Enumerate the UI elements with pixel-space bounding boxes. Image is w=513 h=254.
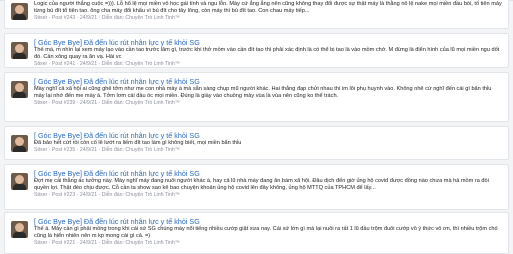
post-meta[interactable]: Stixer · Post #221 · 24/9/21 · Diễn đàn:…	[34, 240, 502, 247]
avatar[interactable]	[11, 221, 28, 238]
post-excerpt: Đợt mẹ cái thằng ác tưởng này. Mày nghĩ …	[34, 178, 489, 191]
post-meta[interactable]: Stixer · Post #223 · 24/9/21 · Diễn đàn:…	[34, 192, 502, 199]
post-item: [ Góc Bye Bye] Đã đến lúc rút nhân lực y…	[4, 33, 509, 68]
post-excerpt: Đã bảo hết cứt rồi còn cố lê lướt ra liế…	[34, 140, 242, 146]
post-excerpt: Thế mà, m nhìn lại xem máy lạo vào cần t…	[34, 47, 500, 60]
post-item: [ Góc Bye Bye] Đã đến lúc rút nhân lực y…	[4, 164, 509, 210]
post-item: [ Góc Bye Bye] Đã đến lúc rút nhân lực y…	[4, 212, 509, 254]
post-title-link[interactable]: [ Góc Bye Bye] Đã đến lúc rút nhân lực y…	[34, 38, 502, 47]
post-excerpt: Mày nghĩ cả xã hội ai cũng ghê tởm như m…	[34, 86, 492, 99]
post-item: [ Góc Bye Bye] Đã đến lúc rút nhân lực y…	[4, 72, 509, 122]
avatar[interactable]	[11, 81, 28, 98]
post-item: Logic của người thắng cuộc =))). Lỗ hổ l…	[4, 0, 509, 29]
post-meta[interactable]: Stixer · Post #235 · 24/9/21 · Diễn đàn:…	[34, 147, 502, 154]
post-title-link[interactable]: [ Góc Bye Bye] Đã đến lúc rút nhân lực y…	[34, 77, 502, 86]
avatar[interactable]	[11, 135, 28, 152]
search-results-page: Logic của người thắng cuộc =))). Lỗ hổ l…	[0, 0, 513, 254]
post-item: [ Góc Bye Bye] Đã đến lúc rút nhân lực y…	[4, 126, 509, 160]
avatar[interactable]	[11, 42, 28, 59]
post-title-link[interactable]: [ Góc Bye Bye] Đã đến lúc rút nhân lực y…	[34, 131, 502, 140]
avatar[interactable]	[11, 3, 28, 20]
avatar[interactable]	[11, 173, 28, 190]
post-excerpt: Logic của người thắng cuộc =))). Lỗ hổ l…	[34, 1, 502, 14]
post-meta[interactable]: Stixer · Post #243 · 24/9/21 · Diễn đàn:…	[34, 15, 502, 22]
post-meta[interactable]: Stixer · Post #241 · 24/9/21 · Diễn đàn:…	[34, 61, 502, 68]
post-meta[interactable]: Stixer · Post #239 · 24/9/21 · Diễn đàn:…	[34, 100, 502, 107]
post-title-link[interactable]: [ Góc Bye Bye] Đã đến lúc rút nhân lực y…	[34, 217, 502, 226]
post-title-link[interactable]: [ Góc Bye Bye] Đã đến lúc rút nhân lực y…	[34, 169, 502, 178]
post-excerpt: Thế á. Mày cần gì phải mồng trong khi cá…	[34, 226, 498, 239]
